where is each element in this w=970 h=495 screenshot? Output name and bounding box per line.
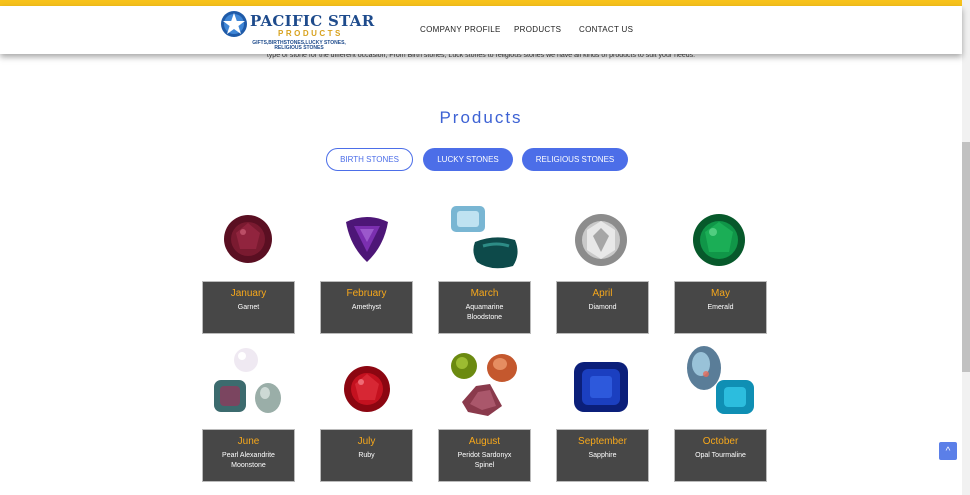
month-label: July <box>357 436 376 447</box>
site-header: PACIFIC STAR PRODUCTS GIFTS,BIRTHSTONES,… <box>0 6 962 54</box>
scrollbar-thumb[interactable] <box>962 142 970 372</box>
nav-contact-us[interactable]: CONTACT US <box>579 25 633 34</box>
garnet-gem-image[interactable] <box>222 213 274 265</box>
month-label: May <box>711 288 730 299</box>
month-label: January <box>230 288 267 299</box>
sapphire-gem-image[interactable] <box>572 360 630 414</box>
brand-tagline-line2: RELIGIOUS STONES <box>274 45 324 51</box>
card-june[interactable]: June Pearl Alexandrite Moonstone <box>202 429 295 482</box>
stone-name: Opal Tourmaline <box>695 452 746 459</box>
month-label: March <box>470 288 499 299</box>
card-january[interactable]: January Garnet <box>202 281 295 334</box>
brand-logo[interactable]: PACIFIC STAR PRODUCTS GIFTS,BIRTHSTONES,… <box>220 10 374 52</box>
tab-lucky-stones[interactable]: LUCKY STONES <box>423 148 513 171</box>
month-label: June <box>237 436 260 447</box>
month-label: August <box>468 436 501 447</box>
stone-name: Diamond <box>588 304 617 311</box>
nav-company-profile[interactable]: COMPANY PROFILE <box>420 25 501 34</box>
products-title: Products <box>439 108 523 127</box>
card-august[interactable]: August Peridot Sardonyx Spinel <box>438 429 531 482</box>
card-may[interactable]: May Emerald <box>674 281 767 334</box>
stone-name-line1: Pearl Alexandrite <box>222 452 275 459</box>
star-logo-icon <box>221 11 247 37</box>
nav-products[interactable]: PRODUCTS <box>514 25 561 34</box>
peridot-sardonyx-spinel-gem-image[interactable] <box>448 350 524 420</box>
card-september[interactable]: September Sapphire <box>556 429 649 482</box>
stone-name-line2: Spinel <box>474 462 495 469</box>
stone-name: Pearl Alexandrite Moonstone <box>203 451 294 471</box>
stone-name: Amethyst <box>351 304 382 311</box>
page: PACIFIC STAR PRODUCTS GIFTS,BIRTHSTONES,… <box>0 0 970 495</box>
emerald-gem-image[interactable] <box>691 212 747 268</box>
stone-name: Sapphire <box>588 452 617 459</box>
brand-subname: PRODUCTS <box>278 29 343 38</box>
month-label: February <box>346 288 387 299</box>
amethyst-gem-image[interactable] <box>340 212 394 264</box>
stone-name-line1: Peridot Sardonyx <box>457 452 512 459</box>
opal-tourmaline-gem-image[interactable] <box>684 344 760 420</box>
chevron-up-icon: ^ <box>945 445 951 457</box>
card-july[interactable]: July Ruby <box>320 429 413 482</box>
brand-name: PACIFIC STAR <box>250 12 375 30</box>
diamond-gem-image[interactable] <box>573 212 629 268</box>
card-october[interactable]: October Opal Tourmaline <box>674 429 767 482</box>
tab-religious-stones[interactable]: RELIGIOUS STONES <box>522 148 628 171</box>
pearl-alexandrite-moonstone-gem-image[interactable] <box>212 346 284 418</box>
tab-birth-stones[interactable]: BIRTH STONES <box>326 148 413 171</box>
card-march[interactable]: March Aquamarine Bloodstone <box>438 281 531 334</box>
stone-name: Emerald <box>707 304 734 311</box>
card-february[interactable]: February Amethyst <box>320 281 413 334</box>
stone-name: Aquamarine Bloodstone <box>439 303 530 323</box>
ruby-gem-image[interactable] <box>342 364 392 414</box>
stone-name: Peridot Sardonyx Spinel <box>439 451 530 471</box>
stone-name-line1: Aquamarine <box>465 304 504 311</box>
card-april[interactable]: April Diamond <box>556 281 649 334</box>
brand-tagline: GIFTS,BIRTHSTONES,LUCKY STONES, RELIGIOU… <box>234 41 364 51</box>
aquamarine-bloodstone-gem-image[interactable] <box>447 204 527 274</box>
month-label: October <box>702 436 739 447</box>
stone-name: Ruby <box>358 452 375 459</box>
stone-name-line2: Bloodstone <box>466 314 503 321</box>
month-label: April <box>592 288 613 299</box>
stone-name-line2: Moonstone <box>231 462 266 469</box>
month-label: September <box>578 436 627 447</box>
stone-name: Garnet <box>237 304 260 311</box>
back-to-top-button[interactable]: ^ <box>939 442 957 460</box>
